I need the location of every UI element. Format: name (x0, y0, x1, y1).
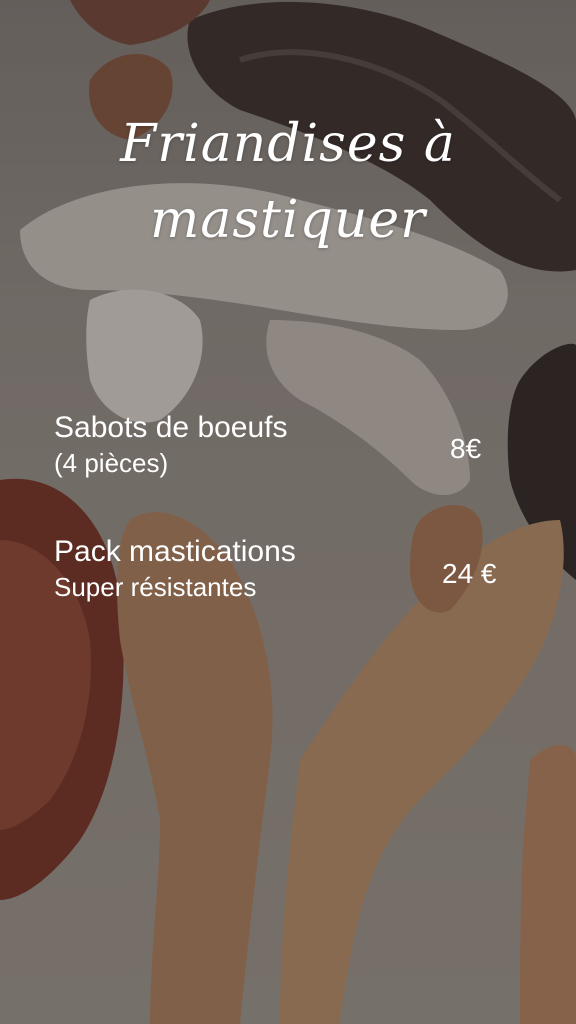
item-price: 8€ (450, 433, 482, 464)
item-price: 24 € (442, 558, 497, 589)
menu-item: Sabots de boeufs (4 pièces) 8€ (54, 410, 524, 480)
treat-menu-card: Friandises à mastiquer Sabots de boeufs … (0, 0, 576, 1024)
menu-item: Pack mastications Super résistantes 24 € (54, 534, 524, 604)
page-title: Friandises à mastiquer (120, 114, 456, 250)
